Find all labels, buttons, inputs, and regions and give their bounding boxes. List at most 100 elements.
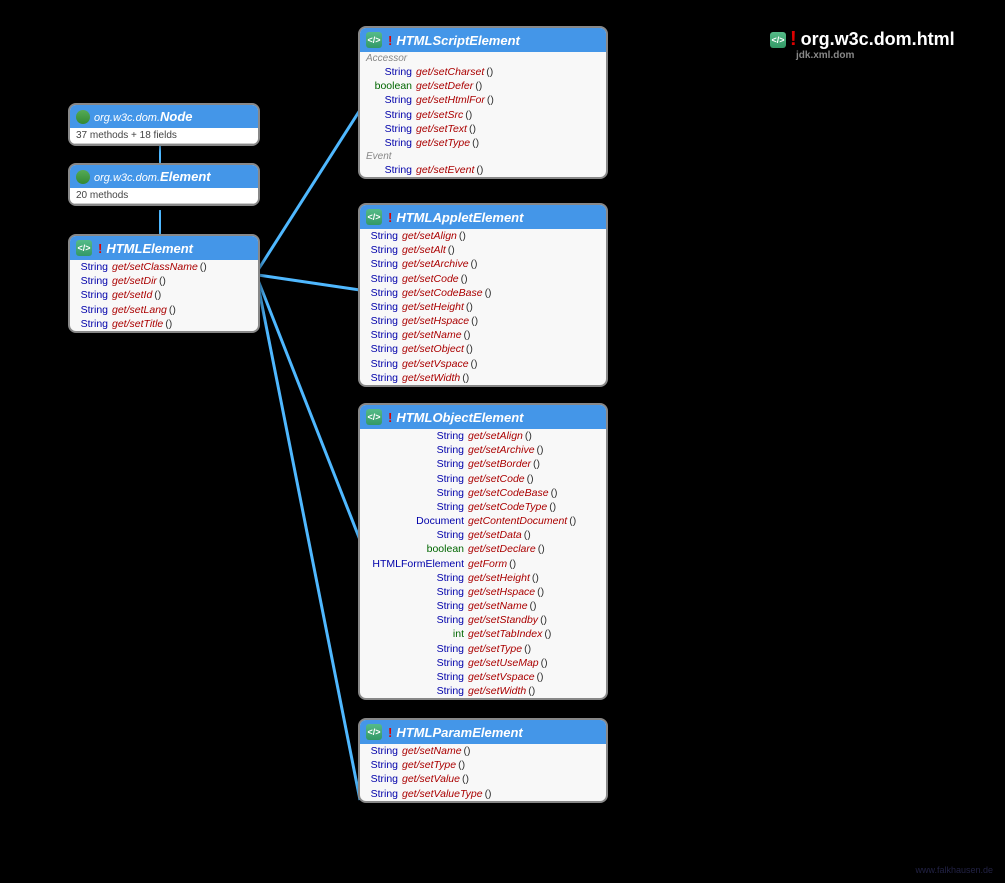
module-name: jdk.xml.dom [796, 50, 854, 61]
class-header: org.w3c.dom.Element [70, 165, 258, 188]
return-type: String [366, 772, 398, 786]
method-row: Stringget/setValueType() [360, 787, 606, 801]
method-name: get/setCode [402, 272, 459, 286]
section-label: Event [360, 150, 606, 163]
method-row: Stringget/setCodeBase() [360, 286, 606, 300]
return-type: String [366, 371, 398, 385]
class-header: </> ! HTMLAppletElement [360, 205, 606, 229]
method-parens: () [476, 163, 483, 177]
method-name: get/setText [416, 122, 467, 136]
package-title: </> ! org.w3c.dom.html jdk.xml.dom [770, 28, 955, 51]
method-parens: () [464, 328, 471, 342]
method-parens: () [159, 274, 166, 288]
class-htmlelement: </> ! HTMLElement Stringget/setClassName… [68, 234, 260, 333]
return-type: String [366, 93, 412, 107]
class-header: org.w3c.dom.Node [70, 105, 258, 128]
return-type: String [366, 286, 398, 300]
return-type: String [76, 274, 108, 288]
method-row: Stringget/setName() [360, 599, 606, 613]
method-parens: () [541, 656, 548, 670]
method-row: Stringget/setHeight() [360, 571, 606, 585]
method-name: get/setHeight [468, 571, 530, 585]
method-row: Stringget/setName() [360, 328, 606, 342]
method-row: Stringget/setWidth() [360, 684, 606, 698]
return-type: boolean [366, 542, 464, 556]
method-row: Stringget/setCodeType() [360, 500, 606, 514]
class-htmlobjectelement: </> ! HTMLObjectElement String get/setAli… [358, 403, 608, 700]
method-parens: () [466, 300, 473, 314]
method-parens: () [485, 286, 492, 300]
method-name: getContentDocument [468, 514, 567, 528]
method-name: get/setStandby [468, 613, 538, 627]
method-list: Stringget/setName()Stringget/setType()St… [360, 744, 606, 801]
method-name: get/setSrc [416, 108, 463, 122]
method-row: Stringget/setVspace() [360, 670, 606, 684]
method-row: Stringget/setCodeBase() [360, 486, 606, 500]
method-parens: () [154, 288, 161, 302]
method-parens: () [461, 272, 468, 286]
method-row: Stringget/setType() [360, 642, 606, 656]
method-name: get/setValue [402, 772, 460, 786]
method-row: String get/setAlt() [360, 243, 606, 257]
method-name: get/setType [468, 642, 522, 656]
method-row: Stringget/setArchive() [360, 443, 606, 457]
method-parens: () [569, 514, 576, 528]
method-list: Stringget/setAlign()Stringget/setArchive… [360, 429, 606, 698]
method-parens: () [533, 457, 540, 471]
method-row: Stringget/setHspace() [360, 314, 606, 328]
method-parens: () [471, 314, 478, 328]
method-parens: () [475, 79, 482, 93]
return-type: String [366, 272, 398, 286]
method-name: get/setObject [402, 342, 464, 356]
method-row: Stringget/setStandby() [360, 613, 606, 627]
class-header: </> ! HTMLObjectElement [360, 405, 606, 429]
method-row: String get/setData() [360, 528, 606, 542]
method-name: get/setAlt [402, 243, 446, 257]
class-icon [76, 110, 90, 124]
method-parens: () [448, 243, 455, 257]
return-type: String [366, 65, 412, 79]
return-type: int [366, 627, 464, 641]
method-row: Stringget/setValue() [360, 772, 606, 786]
method-name: get/setAlign [468, 429, 523, 443]
interface-icon: </> [366, 209, 382, 225]
method-row: Stringget/setText() [360, 122, 606, 136]
method-name: get/setValueType [402, 787, 483, 801]
method-name: get/setVspace [402, 357, 469, 371]
method-name: get/setWidth [402, 371, 460, 385]
method-parens: () [471, 357, 478, 371]
method-name: get/setWidth [468, 684, 526, 698]
method-name: get/setCodeBase [468, 486, 549, 500]
return-type: String [76, 317, 108, 331]
method-row: Stringget/setTitle() [70, 317, 258, 331]
method-row: Stringget/setLang() [70, 303, 258, 317]
return-type: String [366, 585, 464, 599]
return-type: String [366, 243, 398, 257]
method-parens: () [169, 303, 176, 317]
method-name: get/setDefer [416, 79, 473, 93]
class-header: </> ! HTMLParamElement [360, 720, 606, 744]
method-name: get/setTitle [112, 317, 163, 331]
method-name: get/setDir [112, 274, 157, 288]
return-type: String [366, 758, 398, 772]
method-name: get/setCharset [416, 65, 484, 79]
method-name: get/setId [112, 288, 152, 302]
return-type: String [366, 528, 464, 542]
return-type: String [366, 500, 464, 514]
return-type: String [366, 571, 464, 585]
method-name: get/setData [468, 528, 522, 542]
method-name: get/setCode [468, 472, 525, 486]
method-parens: () [524, 528, 531, 542]
class-node: org.w3c.dom.Node 37 methods + 18 fields [68, 103, 260, 146]
method-row: String get/setCode() [360, 272, 606, 286]
method-parens: () [527, 472, 534, 486]
return-type: String [366, 229, 398, 243]
method-row: String get/setDir() [70, 274, 258, 288]
method-name: get/setArchive [468, 443, 535, 457]
method-parens: () [486, 65, 493, 79]
method-row: Stringget/setWidth() [360, 371, 606, 385]
method-parens: () [530, 599, 537, 613]
class-icon [76, 170, 90, 184]
return-type: String [366, 314, 398, 328]
deprecated-icon: ! [790, 28, 797, 51]
